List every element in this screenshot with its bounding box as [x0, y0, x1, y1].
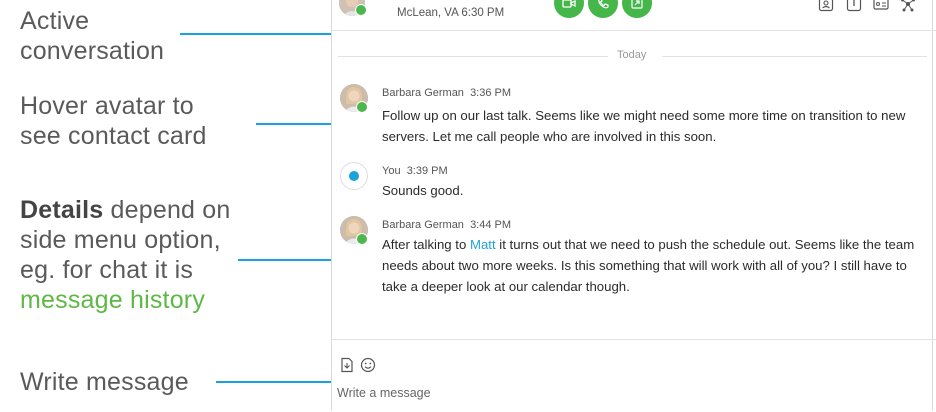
- date-divider: Today: [332, 49, 936, 63]
- message-time: 3:36 PM: [470, 87, 512, 99]
- conversation-panel: McLean, VA 6:30 PM Today Barbara German …: [331, 0, 936, 411]
- presence-available-icon: [356, 101, 368, 113]
- message-time: 3:39 PM: [406, 165, 448, 177]
- info-icon[interactable]: [846, 0, 862, 12]
- message-input[interactable]: Write a message: [337, 386, 897, 402]
- own-presence-dot-icon: [349, 171, 359, 181]
- date-divider-label: Today: [617, 49, 647, 61]
- annotation-details: Details depend on side menu option, eg. …: [20, 195, 231, 315]
- message-text: After talking to Matt it turns out that …: [382, 234, 925, 297]
- annotation-text: Write message: [20, 368, 189, 396]
- message-text: Follow up on our last talk. Seems like w…: [382, 108, 906, 144]
- message-author: Barbara German: [382, 87, 464, 99]
- attach-file-icon[interactable]: [339, 357, 355, 373]
- audio-call-button[interactable]: [588, 0, 618, 18]
- video-call-button[interactable]: [554, 0, 584, 18]
- message-meta: You 3:39 PM: [382, 165, 448, 177]
- annotation-hover-avatar: Hover avatar to see contact card: [20, 91, 207, 151]
- annotation-text: Hover avatar to: [20, 92, 194, 120]
- conversation-header: McLean, VA 6:30 PM: [332, 0, 936, 31]
- mention-link[interactable]: Matt: [470, 237, 496, 252]
- annotation-text: depend on: [103, 196, 231, 224]
- message-text: Sounds good.: [382, 183, 464, 198]
- share-screen-icon: [631, 0, 643, 9]
- message-time: 3:44 PM: [470, 219, 512, 231]
- presence-available-icon: [355, 4, 367, 16]
- own-avatar[interactable]: [340, 162, 368, 190]
- annotation-active-conversation: Active conversation: [20, 6, 164, 66]
- annotation-text: conversation: [20, 37, 165, 65]
- message-composer: Write a message: [332, 339, 936, 412]
- participants-network-icon[interactable]: [900, 0, 916, 12]
- message-author: Barbara German: [382, 219, 464, 231]
- divider-line: [338, 56, 608, 57]
- contact-card-icon[interactable]: [818, 0, 834, 12]
- annotation-text: eg. for chat it is: [20, 256, 194, 284]
- annotation-highlight: message history: [20, 286, 206, 314]
- annotation-text: Details depend on: [20, 195, 231, 225]
- divider-line: [662, 56, 927, 57]
- message-meta: Barbara German 3:44 PM: [382, 219, 511, 231]
- video-camera-icon: [562, 0, 576, 8]
- annotation-text: Active: [20, 7, 90, 35]
- contact-location-time: McLean, VA 6:30 PM: [397, 7, 505, 19]
- message-text-part: After talking to: [382, 237, 470, 252]
- annotation-bold: Details: [20, 196, 104, 224]
- message-author: You: [382, 165, 401, 177]
- message-meta: Barbara German 3:36 PM: [382, 87, 511, 99]
- id-card-icon[interactable]: [873, 0, 889, 12]
- share-screen-button[interactable]: [622, 0, 652, 18]
- annotation-text: side menu option,: [20, 226, 221, 254]
- phone-icon: [598, 0, 609, 9]
- annotation-text: see contact card: [20, 122, 207, 150]
- emoji-icon[interactable]: [360, 357, 376, 373]
- annotation-write-message: Write message: [20, 367, 189, 397]
- presence-available-icon: [356, 233, 368, 245]
